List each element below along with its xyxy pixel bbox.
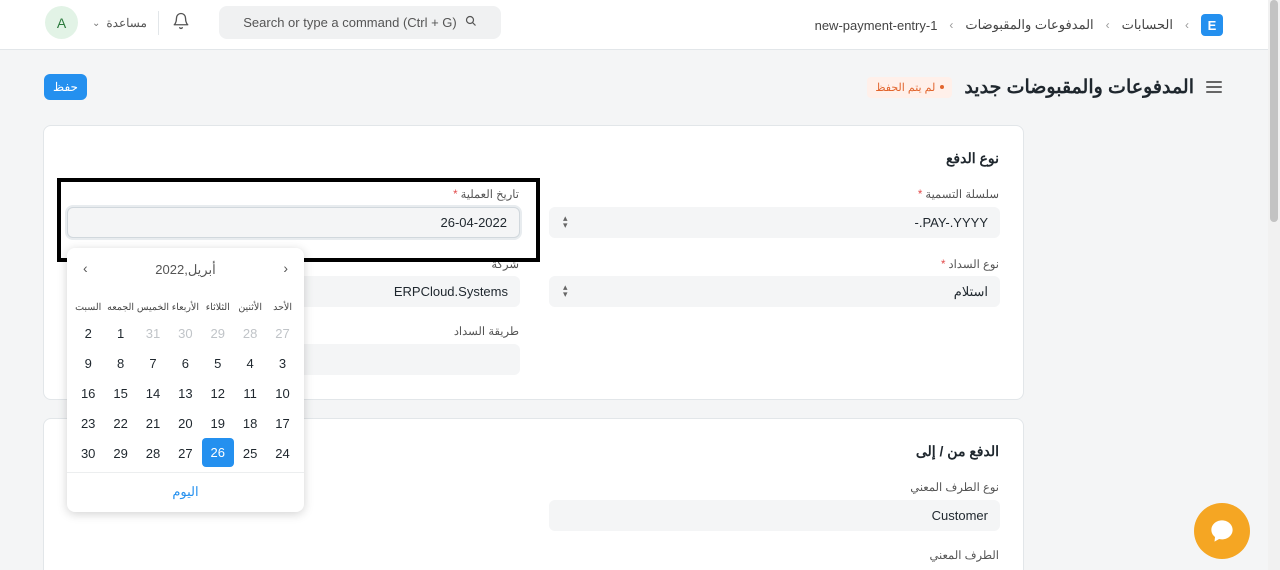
- payment-type-label: نوع السداد*: [941, 259, 999, 271]
- navbar-divider: [158, 11, 159, 35]
- calendar-day[interactable]: 7: [137, 348, 169, 378]
- save-button[interactable]: حفظ: [44, 74, 87, 100]
- navbar: A ⌄ مساعدة Search or type a command (Ctr…: [0, 0, 1268, 50]
- today-button[interactable]: اليوم: [67, 484, 304, 500]
- status-text: لم يتم الحفظ: [875, 81, 936, 94]
- calendar-day[interactable]: 22: [104, 408, 136, 438]
- search-input[interactable]: Search or type a command (Ctrl + G): [243, 15, 457, 30]
- bell-icon[interactable]: [172, 12, 192, 32]
- page-head: المدفوعات والمقبوضات جديد لم يتم الحفظ: [867, 74, 1222, 100]
- mode-of-payment-label: طريقة السداد: [453, 326, 519, 338]
- scrollbar-thumb[interactable]: [1270, 0, 1278, 222]
- app-logo[interactable]: E: [1201, 14, 1223, 36]
- party-label: الطرف المعني: [929, 550, 999, 562]
- search-bar[interactable]: Search or type a command (Ctrl + G): [219, 6, 501, 39]
- breadcrumb-payment-entry[interactable]: المدفوعات والمقبوضات: [965, 17, 1093, 33]
- calendar-day[interactable]: 21: [137, 408, 169, 438]
- weekday-label: الخميس: [136, 301, 170, 313]
- calendar-day[interactable]: 30: [169, 318, 201, 348]
- calendar-day[interactable]: 29: [202, 318, 234, 348]
- status-badge: لم يتم الحفظ: [867, 76, 953, 98]
- calendar-day[interactable]: 28: [137, 438, 169, 468]
- calendar-day[interactable]: 24: [266, 438, 298, 468]
- calendar-day[interactable]: 10: [266, 378, 298, 408]
- calendar-day[interactable]: 6: [169, 348, 201, 378]
- calendar-day[interactable]: 30: [72, 438, 104, 468]
- calendar-day[interactable]: 12: [202, 378, 234, 408]
- section-title: الدفع من / إلى: [915, 443, 999, 459]
- calendar-day[interactable]: 17: [266, 408, 298, 438]
- status-dot-icon: [940, 85, 945, 89]
- naming-series-select[interactable]: ▴ ▾ -.PAY-.YYYY: [549, 207, 1000, 238]
- sidebar-toggle-icon[interactable]: [1206, 81, 1222, 93]
- help-label: مساعدة: [106, 16, 147, 30]
- breadcrumb-separator: ‹: [1105, 18, 1110, 32]
- weekday-label: الأحد: [273, 301, 292, 313]
- updown-icon: ▴ ▾: [563, 213, 568, 230]
- calendar-day[interactable]: 4: [234, 348, 266, 378]
- payment-type-select[interactable]: ▴ ▾ استلام: [549, 276, 1000, 307]
- week-row: 2 1 31 30 29 28 27: [72, 318, 299, 348]
- datepicker: ‹ أبريل,2022 › السبت الجمعه الخميس الأربعاء…: [67, 248, 304, 512]
- calendar-day[interactable]: 15: [104, 378, 136, 408]
- calendar-day[interactable]: 27: [266, 318, 298, 348]
- calendar-day[interactable]: 25: [234, 438, 266, 468]
- party-type-label: نوع الطرف المعني: [910, 482, 999, 494]
- calendar-day[interactable]: 9: [72, 348, 104, 378]
- calendar-day[interactable]: 1: [104, 318, 136, 348]
- datepicker-divider: [67, 472, 304, 473]
- updown-icon: ▴ ▾: [563, 282, 568, 299]
- calendar-day[interactable]: 19: [202, 408, 234, 438]
- page-title: المدفوعات والمقبوضات جديد: [964, 76, 1194, 98]
- weekday-header-row: السبت الجمعه الخميس الأربعاء الثلاثاء الأثنين…: [72, 296, 299, 318]
- party-type-input[interactable]: Customer: [549, 500, 1000, 531]
- page-scrollbar[interactable]: [1268, 0, 1280, 570]
- datepicker-month[interactable]: أبريل,2022: [67, 262, 304, 278]
- week-row: 30 29 28 27 26 25 24: [72, 438, 299, 468]
- week-row: 9876543: [72, 348, 299, 378]
- calendar-day[interactable]: 28: [234, 318, 266, 348]
- weekday-label: السبت: [75, 301, 102, 313]
- breadcrumb-current[interactable]: new-payment-entry-1: [815, 18, 938, 33]
- calendar-day[interactable]: 23: [72, 408, 104, 438]
- calendar-day[interactable]: 5: [202, 348, 234, 378]
- week-row: 23 22 21 20 19 18 17: [72, 408, 299, 438]
- breadcrumb-separator: ‹: [1185, 18, 1189, 32]
- weekday-label: الجمعه: [107, 301, 134, 313]
- section-title: نوع الدفع: [945, 150, 999, 166]
- weekday-label: الثلاثاء: [205, 301, 230, 313]
- chat-icon: [1211, 520, 1233, 542]
- week-row: 16 15 14 13 12 11 10: [72, 378, 299, 408]
- calendar-day[interactable]: 3: [266, 348, 298, 378]
- breadcrumb-accounts[interactable]: الحسابات: [1122, 17, 1173, 33]
- calendar-day[interactable]: 18: [234, 408, 266, 438]
- calendar-day[interactable]: 11: [234, 378, 266, 408]
- chat-button[interactable]: [1194, 503, 1250, 559]
- calendar-day[interactable]: 16: [72, 378, 104, 408]
- calendar-day[interactable]: 2: [72, 318, 104, 348]
- calendar-day[interactable]: 8: [104, 348, 136, 378]
- calendar-day[interactable]: 13: [169, 378, 201, 408]
- calendar-day[interactable]: 31: [137, 318, 169, 348]
- calendar-day[interactable]: 29: [104, 438, 136, 468]
- avatar[interactable]: A: [45, 6, 78, 39]
- breadcrumb: new-payment-entry-1 ‹ المدفوعات والمقبوض…: [815, 14, 1223, 36]
- weekday-label: الأثنين: [238, 301, 262, 313]
- weekday-label: الأربعاء: [171, 301, 199, 313]
- breadcrumb-separator: ‹: [949, 18, 954, 32]
- calendar-day[interactable]: 27: [169, 438, 201, 468]
- next-month-chevron-icon[interactable]: ›: [283, 260, 288, 276]
- calendar-day[interactable]: 20: [169, 408, 201, 438]
- calendar-day[interactable]: 26: [201, 438, 234, 467]
- naming-series-label: سلسلة التسمية*: [917, 189, 999, 201]
- calendar-day[interactable]: 14: [137, 378, 169, 408]
- help-dropdown[interactable]: ⌄ مساعدة: [92, 13, 147, 33]
- datepicker-grid: السبت الجمعه الخميس الأربعاء الثلاثاء الأثنين…: [72, 296, 299, 468]
- chevron-down-icon: ⌄: [92, 17, 101, 29]
- search-icon: [465, 15, 477, 30]
